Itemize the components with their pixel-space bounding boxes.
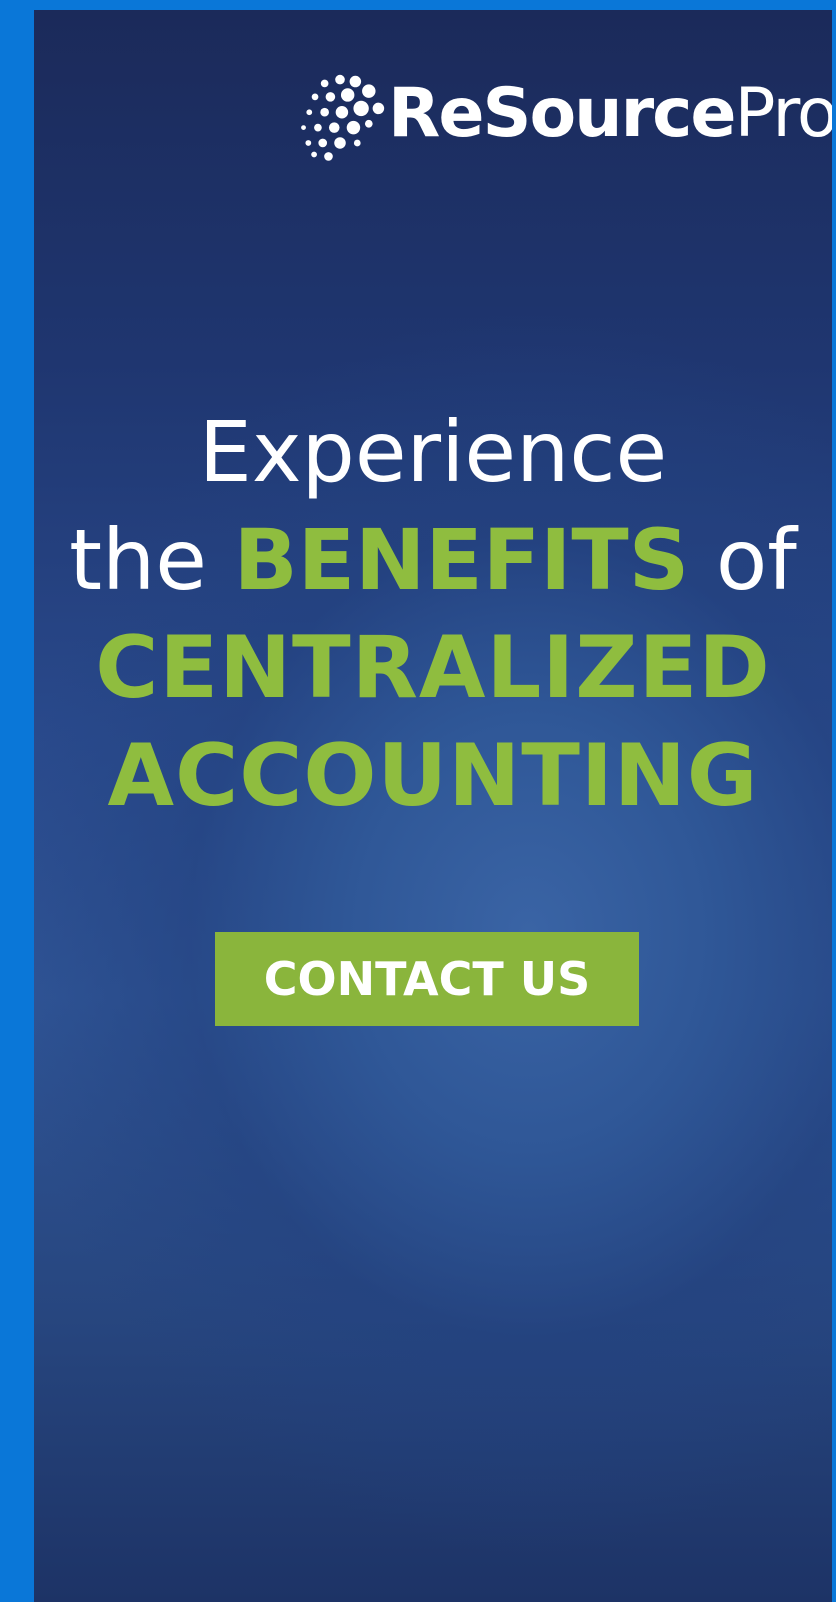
headline: Experience the BENEFITS of CENTRALIZED A… — [34, 398, 832, 830]
logo-name-bold: ReSource — [388, 74, 737, 153]
headline-line-4: ACCOUNTING — [107, 726, 759, 826]
headline-line-3: CENTRALIZED — [95, 618, 771, 718]
contact-us-button[interactable]: CONTACT US — [215, 932, 639, 1026]
headline-line-2: the BENEFITS of — [34, 506, 832, 614]
ad-frame: ReSourcePro Experience the BENEFITS of C… — [0, 0, 836, 1602]
headline-line-2-suffix: of — [689, 511, 797, 609]
headline-line-1: Experience — [198, 403, 668, 501]
dotted-globe-icon — [301, 74, 385, 161]
banner-ad[interactable]: ReSourcePro Experience the BENEFITS of C… — [34, 10, 832, 1602]
logo-name-light: Pro — [734, 74, 832, 153]
headline-benefits: BENEFITS — [233, 511, 690, 609]
logo-wordmark: ReSourcePro — [388, 80, 832, 148]
resourcepro-logo[interactable]: ReSourcePro — [292, 62, 832, 172]
headline-line-2-prefix: the — [69, 511, 234, 609]
